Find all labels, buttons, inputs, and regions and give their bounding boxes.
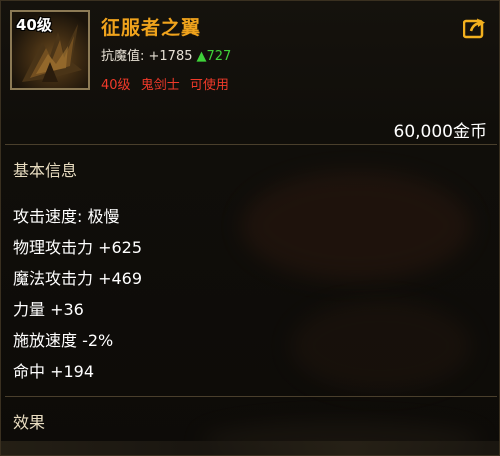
wings-item-icon: 40级 [10, 10, 90, 90]
stat-strength: 力量 +36 [13, 300, 84, 319]
section-divider [5, 396, 497, 397]
background-blot [291, 301, 471, 391]
required-class: 鬼剑士 [140, 78, 180, 93]
stat-attack-speed: 攻击速度: 极慢 [13, 207, 120, 226]
background-blot [241, 171, 471, 281]
share-button[interactable] [462, 17, 487, 39]
item-name: 征服者之翼 [101, 17, 202, 39]
resist-value-row: 抗魔值: +1785 ▲727 [101, 45, 231, 64]
item-tooltip-panel: 40级 征服者之翼 抗魔值: +1785 ▲727 40级 鬼剑士 可使用 60,… [0, 0, 500, 456]
stat-physical-attack: 物理攻击力 +625 [13, 238, 143, 257]
resist-label: 抗魔值: +1785 [101, 49, 193, 64]
stats-list: 攻击速度: 极慢 物理攻击力 +625 魔法攻击力 +469 力量 +36 施放… [13, 201, 142, 387]
effects-heading: 效果 [13, 413, 46, 432]
item-level-badge: 40级 [16, 16, 52, 34]
share-icon [462, 18, 485, 39]
requirements-row: 40级 鬼剑士 可使用 [101, 74, 235, 93]
section-divider [5, 144, 497, 145]
cut-off-effects-text [1, 441, 499, 455]
resist-increase: ▲727 [196, 49, 232, 64]
stat-hit-rate: 命中 +194 [13, 362, 95, 381]
required-level: 40级 [101, 78, 131, 93]
usable-status: 可使用 [189, 78, 229, 93]
stat-magic-attack: 魔法攻击力 +469 [13, 269, 143, 288]
stat-cast-speed: 施放速度 -2% [13, 331, 114, 350]
basic-info-heading: 基本信息 [13, 161, 78, 180]
item-price: 60,000金币 [393, 122, 487, 142]
